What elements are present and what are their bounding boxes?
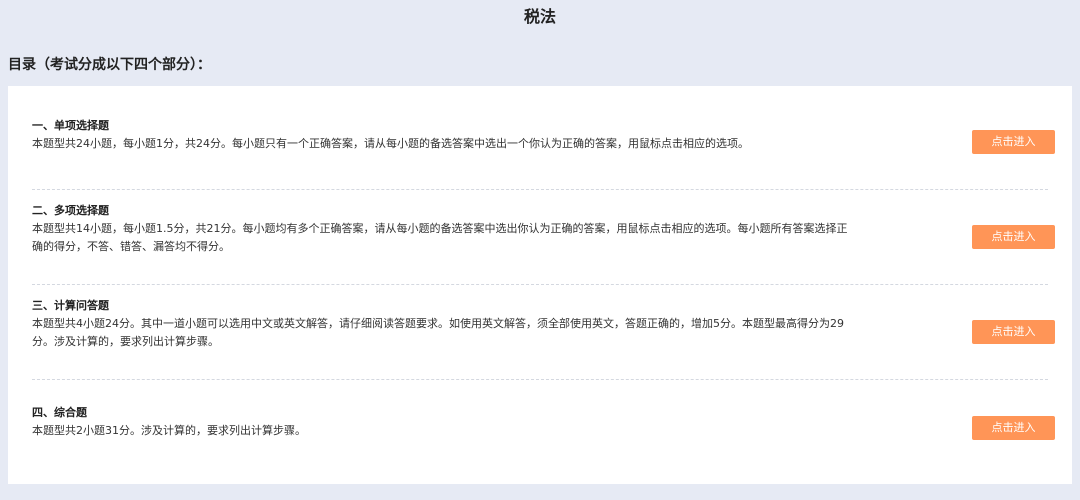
page-title: 税法 bbox=[523, 7, 556, 26]
section-divider bbox=[32, 379, 1048, 380]
section-title: 三、计算问答题 bbox=[32, 299, 109, 312]
section-description: 本题型共2小题31分。涉及计算的，要求列出计算步骤。 bbox=[32, 424, 306, 437]
enter-button-multiple-choice[interactable]: 点击进入 bbox=[972, 225, 1055, 249]
section-description: 本题型共4小题24分。其中一道小题可以选用中文或英文解答，请仔细阅读答题要求。如… bbox=[32, 317, 844, 348]
enter-button-calculation[interactable]: 点击进入 bbox=[972, 320, 1055, 344]
section-comprehensive: 四、综合题 本题型共2小题31分。涉及计算的，要求列出计算步骤。 点击进入 bbox=[32, 405, 1055, 500]
enter-button-comprehensive[interactable]: 点击进入 bbox=[972, 416, 1055, 440]
section-title: 二、多项选择题 bbox=[32, 204, 109, 217]
section-description: 本题型共14小题，每小题1.5分，共21分。每小题均有多个正确答案，请从每小题的… bbox=[32, 222, 848, 253]
section-divider bbox=[32, 189, 1048, 190]
section-title: 四、综合题 bbox=[32, 406, 87, 419]
toc-heading: 目录（考试分成以下四个部分）： bbox=[8, 57, 211, 73]
section-description: 本题型共24小题，每小题1分，共24分。每小题只有一个正确答案，请从每小题的备选… bbox=[32, 137, 749, 150]
section-single-choice: 一、单项选择题 本题型共24小题，每小题1分，共24分。每小题只有一个正确答案，… bbox=[32, 118, 1055, 213]
section-title: 一、单项选择题 bbox=[32, 119, 109, 132]
sections-panel: 一、单项选择题 本题型共24小题，每小题1分，共24分。每小题只有一个正确答案，… bbox=[8, 86, 1072, 484]
section-divider bbox=[32, 284, 1048, 285]
enter-button-single-choice[interactable]: 点击进入 bbox=[972, 130, 1055, 154]
